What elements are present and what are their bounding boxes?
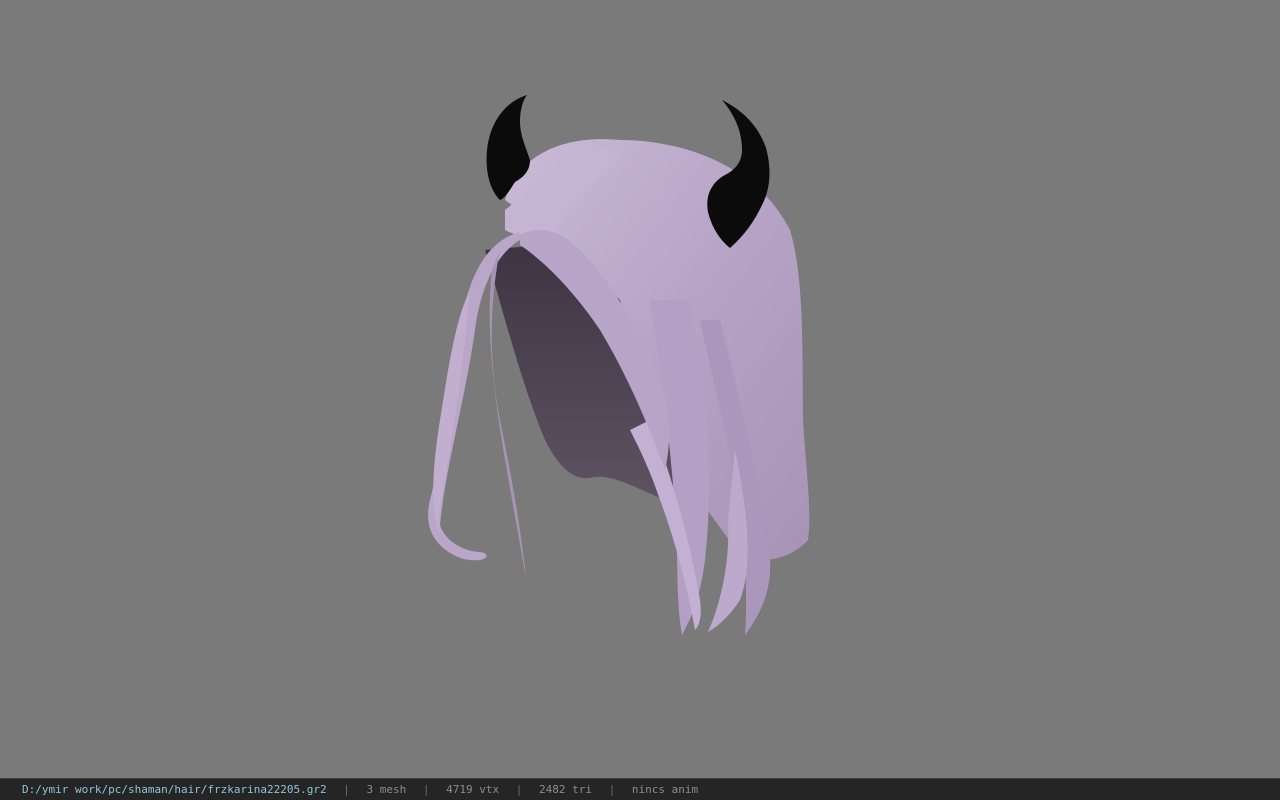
vertex-count: 4719 vtx <box>446 783 500 796</box>
file-path: D:/ymir work/pc/shaman/hair/frzkarina222… <box>22 783 327 796</box>
model-render <box>428 95 810 635</box>
animation-status: nincs anim <box>631 783 699 796</box>
separator: | <box>608 783 616 796</box>
status-bar: D:/ymir work/pc/shaman/hair/frzkarina222… <box>0 778 1280 800</box>
separator: | <box>422 783 430 796</box>
3d-viewport[interactable] <box>0 0 1280 778</box>
triangle-count: 2482 tri <box>539 783 592 796</box>
mesh-count: 3 mesh <box>366 783 407 796</box>
separator: | <box>343 783 350 796</box>
hair-strand-left-3 <box>433 290 470 535</box>
separator: | <box>515 783 523 796</box>
